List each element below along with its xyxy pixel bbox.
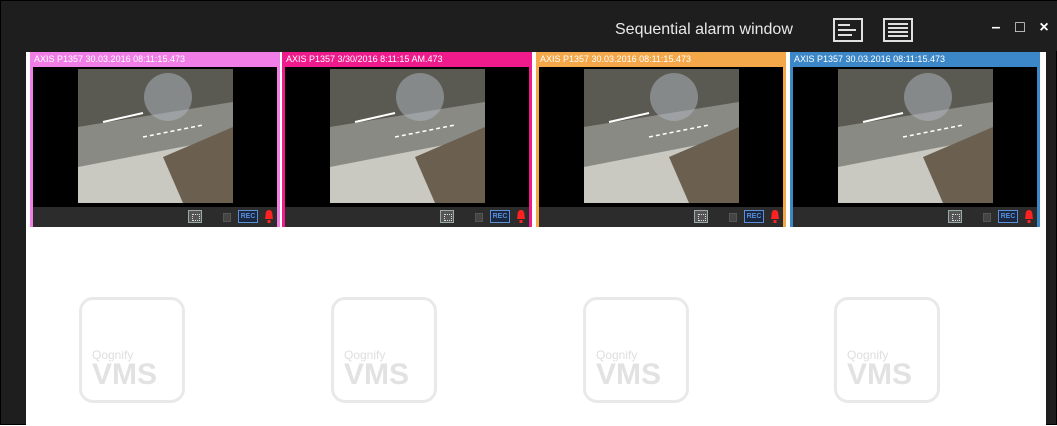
maximize-button[interactable]: □ (1011, 18, 1029, 38)
camera-video[interactable] (285, 67, 529, 207)
maximize-icon: □ (1015, 19, 1025, 36)
record-button[interactable]: REC (998, 210, 1018, 223)
empty-slot-placeholder: Qognify VMS (331, 297, 437, 403)
tile-controls: REC (793, 207, 1037, 227)
fullscreen-icon[interactable] (694, 210, 708, 223)
tile-header: AXIS P1357 3/30/2016 8:11:15 AM.473 (282, 52, 532, 67)
alarm-icon[interactable] (1024, 209, 1034, 224)
camera-video[interactable] (33, 67, 277, 207)
lock-icon[interactable] (729, 213, 737, 222)
layout-grid-button[interactable] (883, 18, 913, 42)
minimize-button[interactable]: – (987, 18, 1005, 38)
tile-controls: REC (285, 207, 529, 227)
lock-icon[interactable] (983, 213, 991, 222)
placeholder-product: VMS (847, 358, 913, 391)
alarm-icon[interactable] (770, 209, 780, 224)
placeholder-product: VMS (344, 358, 410, 391)
alarm-content-area: AXIS P1357 30.03.2016 08:11:15.473 REC A… (26, 52, 1046, 426)
alarm-icon[interactable] (516, 209, 526, 224)
tile-controls: REC (33, 207, 277, 227)
title-bar: Sequential alarm window – □ × (1, 1, 1057, 51)
record-button[interactable]: REC (490, 210, 510, 223)
record-button[interactable]: REC (744, 210, 764, 223)
camera-video[interactable] (539, 67, 783, 207)
tile-controls: REC (539, 207, 783, 227)
tile-header: AXIS P1357 30.03.2016 08:11:15.473 (536, 52, 786, 67)
layout-list-icon (833, 18, 863, 42)
placeholder-product: VMS (92, 358, 158, 391)
placeholder-product: VMS (596, 358, 662, 391)
tile-header: AXIS P1357 30.03.2016 08:11:15.473 (790, 52, 1040, 67)
lock-icon[interactable] (223, 213, 231, 222)
sequential-alarm-window: Sequential alarm window – □ × AXIS P1357… (0, 0, 1057, 426)
minimize-icon: – (991, 19, 1001, 36)
layout-grid-icon (883, 18, 913, 42)
lock-icon[interactable] (475, 213, 483, 222)
alarm-icon[interactable] (264, 209, 274, 224)
camera-tile[interactable]: AXIS P1357 3/30/2016 8:11:15 AM.473 REC (282, 52, 532, 227)
empty-slot-placeholder: Qognify VMS (834, 297, 940, 403)
fullscreen-icon[interactable] (440, 210, 454, 223)
empty-slot-placeholder: Qognify VMS (79, 297, 185, 403)
camera-tile[interactable]: AXIS P1357 30.03.2016 08:11:15.473 REC (536, 52, 786, 227)
close-button[interactable]: × (1035, 18, 1053, 38)
record-button[interactable]: REC (238, 210, 258, 223)
window-title: Sequential alarm window (615, 21, 793, 38)
tile-header: AXIS P1357 30.03.2016 08:11:15.473 (30, 52, 280, 67)
fullscreen-icon[interactable] (188, 210, 202, 223)
camera-tile[interactable]: AXIS P1357 30.03.2016 08:11:15.473 REC (790, 52, 1040, 227)
fullscreen-icon[interactable] (948, 210, 962, 223)
camera-video[interactable] (793, 67, 1037, 207)
empty-slot-placeholder: Qognify VMS (583, 297, 689, 403)
camera-tile[interactable]: AXIS P1357 30.03.2016 08:11:15.473 REC (30, 52, 280, 227)
layout-list-button[interactable] (833, 18, 863, 42)
close-icon: × (1039, 19, 1049, 36)
